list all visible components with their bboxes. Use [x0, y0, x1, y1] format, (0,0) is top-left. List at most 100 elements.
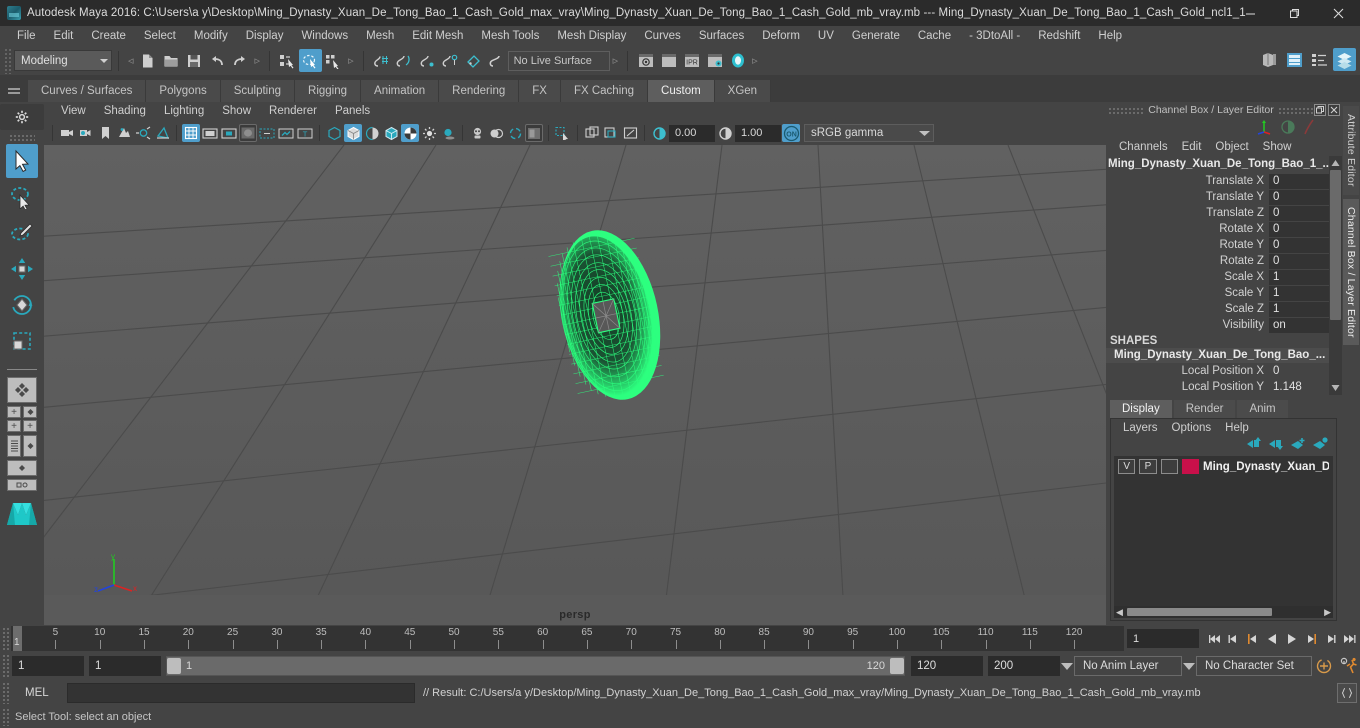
channel-row-scale-z[interactable]: Scale Z 1 — [1106, 301, 1329, 317]
render-region-icon[interactable] — [621, 124, 639, 142]
outliner-persp-layout-icon[interactable] — [7, 435, 37, 457]
shelf-tab-custom[interactable]: Custom — [648, 80, 715, 102]
smooth-shade-selected-icon[interactable] — [363, 124, 381, 142]
time-cursor[interactable]: 1 — [13, 626, 22, 651]
select-camera-icon[interactable] — [58, 124, 76, 142]
menu-windows[interactable]: Windows — [292, 26, 357, 46]
menu-curves[interactable]: Curves — [635, 26, 689, 46]
film-origin-icon[interactable] — [258, 124, 276, 142]
minimize-icon[interactable] — [1228, 0, 1272, 26]
hypershade-icon[interactable] — [726, 49, 749, 72]
scale-tool-icon[interactable] — [6, 324, 38, 358]
playback-end-field[interactable]: 120 — [911, 656, 983, 676]
snap-to-view-plane-icon[interactable] — [462, 49, 485, 72]
restore-icon[interactable] — [1272, 0, 1316, 26]
shaded-wireframe-icon[interactable] — [382, 124, 400, 142]
channel-row-translate-z[interactable]: Translate Z 0 — [1106, 205, 1329, 221]
layer-list[interactable]: V P Ming_Dynasty_Xuan_De_ — [1114, 456, 1333, 606]
expand-arrow-icon[interactable]: ▹ — [255, 54, 261, 67]
layer-item[interactable]: V P Ming_Dynasty_Xuan_De_ — [1114, 456, 1333, 477]
film-gate-icon[interactable] — [201, 124, 219, 142]
viewport-menu-show[interactable]: Show — [213, 102, 260, 121]
gamma-field[interactable]: 1.00 — [735, 124, 781, 142]
resolution-gate-icon[interactable] — [220, 124, 238, 142]
axis-orientation-icon[interactable] — [1256, 119, 1274, 138]
close-icon[interactable] — [1316, 0, 1360, 26]
layer-menu-options[interactable]: Options — [1165, 422, 1219, 434]
time-slider-grip[interactable] — [2, 626, 9, 651]
menu-display[interactable]: Display — [237, 26, 293, 46]
current-frame-field[interactable]: 1 — [1127, 629, 1199, 648]
render-settings-icon[interactable] — [703, 49, 726, 72]
viewport-menu-renderer[interactable]: Renderer — [260, 102, 326, 121]
show-hide-tool-settings-icon[interactable] — [1308, 48, 1331, 71]
menu-deform[interactable]: Deform — [753, 26, 809, 46]
gamma-adjust-icon[interactable] — [716, 124, 734, 142]
shadows-icon[interactable] — [153, 124, 171, 142]
highlight-icon[interactable] — [1302, 119, 1316, 138]
persp-graph-layout-icon[interactable] — [7, 460, 37, 476]
channel-row-translate-x[interactable]: Translate X 0 — [1106, 173, 1329, 189]
channel-value[interactable]: 1 — [1269, 301, 1329, 317]
layer-shading-toggle[interactable] — [1160, 459, 1178, 474]
range-start-handle[interactable] — [167, 658, 181, 674]
layer-playback-toggle[interactable]: P — [1139, 459, 1157, 474]
menu-3dtoall[interactable]: - 3DtoAll - — [960, 26, 1029, 46]
scrollbar-thumb[interactable] — [1330, 170, 1341, 320]
menu-mesh[interactable]: Mesh — [357, 26, 403, 46]
channel-row-local-position-y[interactable]: Local Position Y 1.148 — [1106, 379, 1329, 395]
make-live-icon[interactable] — [485, 49, 508, 72]
snap-to-grid-icon[interactable] — [370, 49, 393, 72]
layer-list-horizontal-scrollbar[interactable]: ◀ ▶ — [1114, 606, 1333, 618]
channel-value[interactable]: on — [1269, 317, 1329, 333]
lasso-select-tool-icon[interactable] — [6, 180, 38, 214]
menu-mesh-display[interactable]: Mesh Display — [548, 26, 635, 46]
camera-attributes-icon[interactable] — [77, 124, 95, 142]
character-set-dropdown-arrow-icon[interactable] — [1182, 662, 1196, 670]
channel-value[interactable]: 0 — [1269, 253, 1329, 269]
isolate-select-icon[interactable] — [554, 124, 572, 142]
new-layer-icon[interactable] — [1291, 437, 1306, 453]
range-end-handle[interactable] — [890, 658, 904, 674]
select-tool-icon[interactable] — [6, 144, 38, 178]
gate-mask-icon[interactable] — [239, 124, 257, 142]
menu-surfaces[interactable]: Surfaces — [690, 26, 753, 46]
four-view-layout-icon[interactable]: + + + — [7, 406, 37, 432]
scroll-down-arrow-icon[interactable] — [1330, 382, 1341, 393]
channel-box-menu-channels[interactable]: Channels — [1112, 141, 1175, 153]
channel-box-menu-edit[interactable]: Edit — [1175, 141, 1209, 153]
channel-value[interactable]: 0 — [1269, 221, 1329, 237]
save-scene-icon[interactable] — [183, 49, 206, 72]
move-layer-down-icon[interactable] — [1269, 437, 1284, 453]
range-slider-track[interactable]: 1 120 — [166, 656, 905, 676]
exposure-adjust-icon[interactable] — [650, 124, 668, 142]
live-surface-field[interactable]: No Live Surface — [507, 50, 610, 71]
help-line-grip[interactable] — [2, 708, 9, 726]
animation-start-field[interactable]: 1 — [12, 656, 84, 676]
anim-layer-field[interactable]: No Anim Layer — [1074, 656, 1182, 676]
character-set-field[interactable]: No Character Set — [1196, 656, 1312, 676]
channel-row-rotate-y[interactable]: Rotate Y 0 — [1106, 237, 1329, 253]
snap-to-point-icon[interactable] — [416, 49, 439, 72]
menu-file[interactable]: File — [8, 26, 45, 46]
layer-tab-display[interactable]: Display — [1110, 400, 1172, 418]
channel-value[interactable]: 1 — [1269, 285, 1329, 301]
shelf-tab-polygons[interactable]: Polygons — [146, 80, 221, 102]
undock-icon[interactable] — [1314, 104, 1326, 116]
snap-to-projected-center-icon[interactable] — [439, 49, 462, 72]
move-tool-icon[interactable] — [6, 252, 38, 286]
move-layer-up-icon[interactable] — [1247, 437, 1262, 453]
safe-title-icon[interactable]: T — [296, 124, 314, 142]
panel-zoom-icon[interactable] — [602, 124, 620, 142]
channel-box-scrollbar[interactable] — [1329, 156, 1342, 395]
two-sided-lighting-icon[interactable] — [134, 124, 152, 142]
color-profile-selector[interactable]: sRGB gamma — [804, 124, 934, 142]
ipr-render-icon[interactable]: IPR — [680, 49, 703, 72]
menu-modify[interactable]: Modify — [185, 26, 237, 46]
shelf-tab-rendering[interactable]: Rendering — [439, 80, 520, 102]
channel-value[interactable]: 0 — [1269, 205, 1329, 221]
shelf-tab-curves-surfaces[interactable]: Curves / Surfaces — [28, 80, 147, 102]
use-all-lights-icon[interactable] — [420, 124, 438, 142]
textured-icon[interactable] — [401, 124, 419, 142]
select-by-hierarchy-icon[interactable] — [276, 49, 299, 72]
